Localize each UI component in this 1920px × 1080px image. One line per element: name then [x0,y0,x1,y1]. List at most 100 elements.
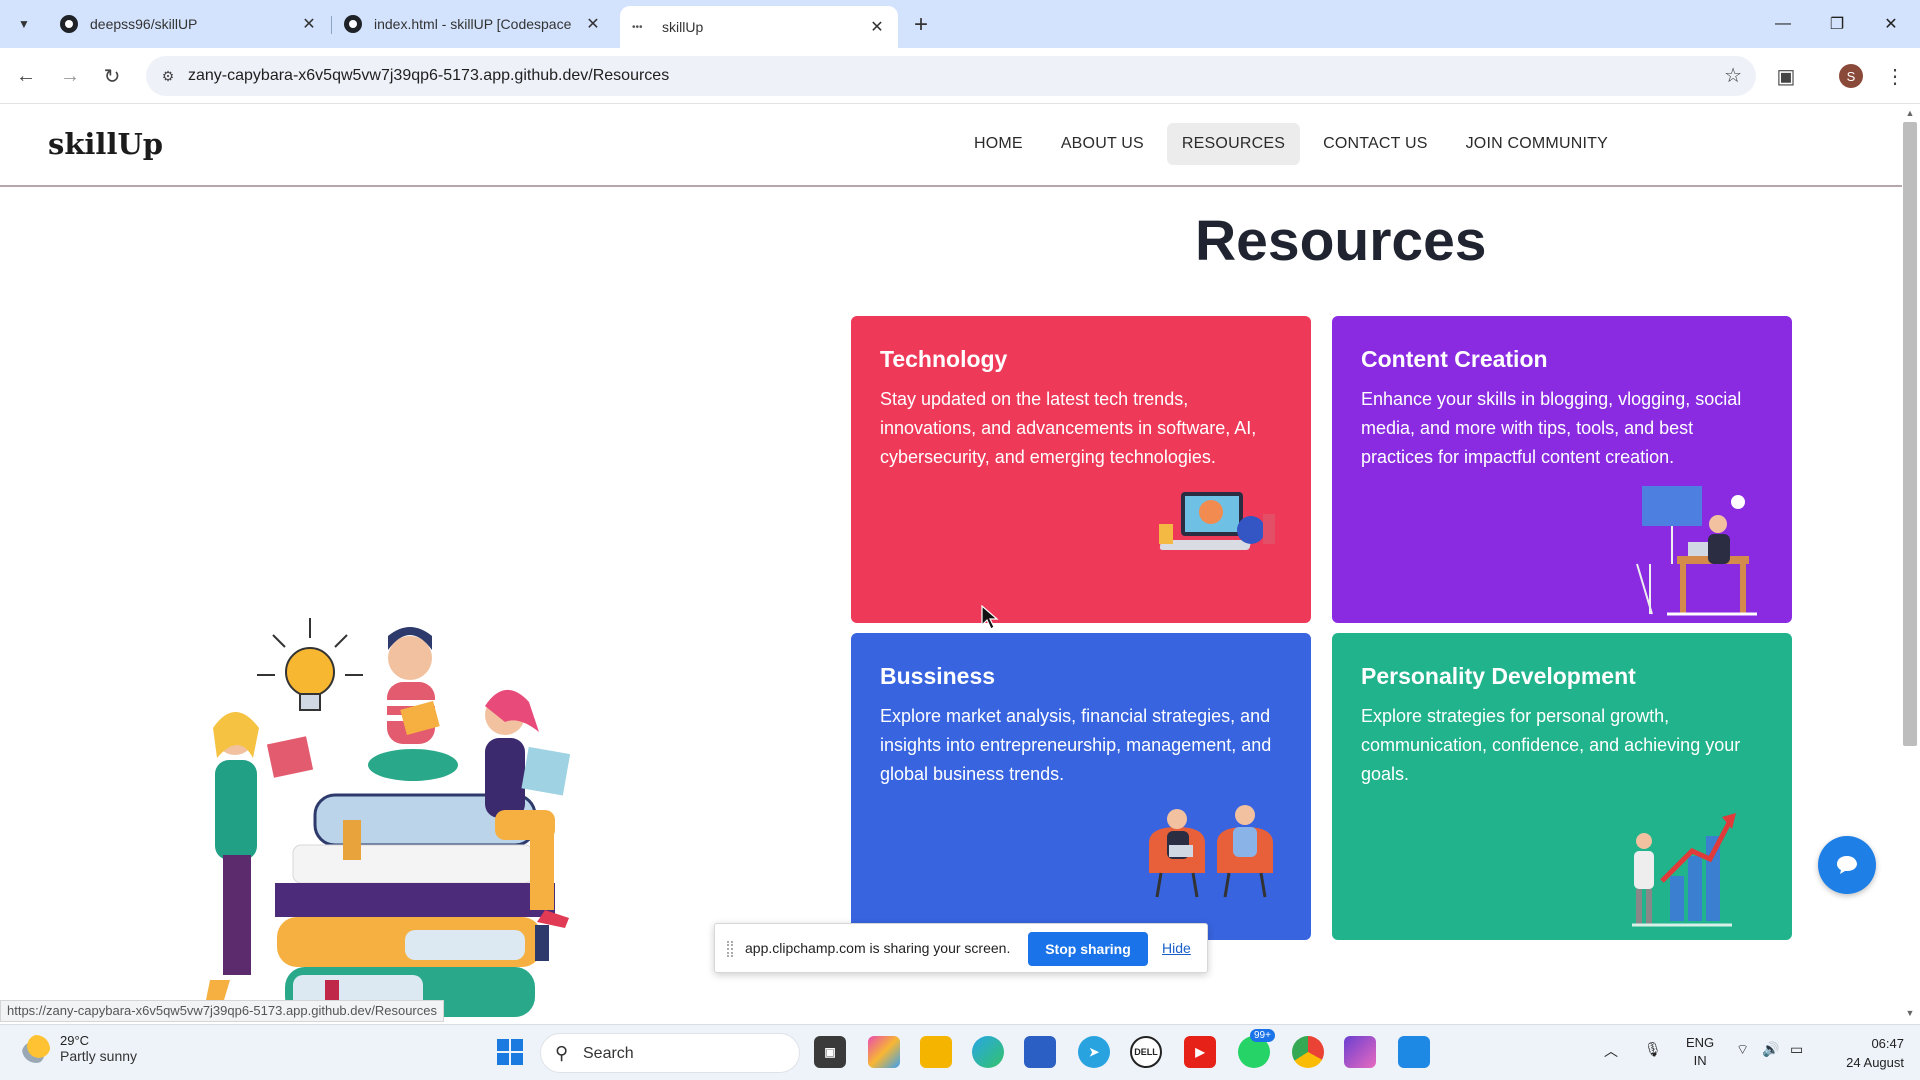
weather-temperature: 29°C [60,1033,90,1048]
vscode-icon[interactable] [1398,1036,1430,1068]
language-code: ENG [1686,1035,1715,1050]
menu-icon[interactable]: ⋮ [1880,61,1910,91]
weather-widget[interactable]: 29°C Partly sunny [22,1033,137,1064]
drag-handle-icon[interactable] [727,941,733,957]
windows-taskbar: 29°C Partly sunny ⚲ Search ▣ ➤ DELL ▶ 99… [0,1024,1920,1080]
volume-icon[interactable]: 🔊 [1762,1041,1779,1058]
resource-card-technology[interactable]: Technology Stay updated on the latest te… [851,316,1311,623]
card-title: Bussiness [880,663,996,689]
card-title: Personality Development [1361,663,1636,689]
computer-illustration [1159,492,1275,550]
wifi-icon[interactable]: ⌔ [1736,1041,1749,1059]
card-description: Enhance your skills in blogging, vloggin… [1361,389,1742,467]
mouse-cursor-icon [981,605,999,630]
resource-card-content-creation[interactable]: Content Creation Enhance your skills in … [1332,316,1792,623]
resource-card-personality-development[interactable]: Personality Development Explore strategi… [1332,633,1792,940]
resource-card-business[interactable]: Bussiness Explore market analysis, finan… [851,633,1311,940]
edge-icon[interactable] [972,1036,1004,1068]
forward-button[interactable]: → [54,60,86,92]
close-icon[interactable]: ✕ [300,15,318,33]
task-view-icon[interactable]: ▣ [814,1036,846,1068]
microsoft-store-icon[interactable] [1024,1036,1056,1068]
hide-link[interactable]: Hide [1162,940,1191,956]
notification-badge: 99+ [1250,1029,1275,1042]
url-text: zany-capybara-x6v5qw5vw7j39qp6-5173.app.… [188,67,670,84]
clock-date: 24 August [1846,1055,1904,1070]
webpage: skillUp HOME ABOUT US RESOURCES CONTACT … [0,105,1902,1024]
growth-chart-illustration [1632,813,1736,927]
search-label: Search [583,1045,634,1062]
tab-title: deepss96/skillUP [90,16,198,32]
screen-share-bar: app.clipchamp.com is sharing your screen… [714,923,1208,973]
taskbar-search[interactable]: ⚲ Search [540,1033,800,1073]
partly-sunny-icon [22,1034,50,1063]
status-bar-url: https://zany-capybara-x6v5qw5vw7j39qp6-5… [0,1000,444,1022]
close-icon[interactable]: ✕ [868,18,886,36]
back-button[interactable]: ← [10,60,42,92]
show-hidden-icons-chevron-icon[interactable]: ︿ [1604,1041,1618,1061]
card-description: Explore strategies for personal growth, … [1361,706,1741,784]
reload-button[interactable]: ↻ [96,60,128,92]
stop-sharing-button[interactable]: Stop sharing [1028,932,1148,966]
browser-tabstrip: ▼ deepss96/skillUP ✕ index.html - skillU… [0,0,1920,48]
restore-button[interactable]: ❐ [1814,8,1860,40]
tab-github-repo[interactable]: deepss96/skillUP ✕ [48,6,330,42]
students-books-illustration [206,618,571,1017]
site-logo[interactable]: skillUp [48,127,163,161]
chat-button[interactable] [1818,836,1876,894]
content-creator-illustration [1636,486,1757,616]
new-tab-button[interactable]: + [906,10,936,40]
minimize-button[interactable]: — [1760,8,1806,40]
card-title: Technology [880,346,1008,372]
tab-title: index.html - skillUP [Codespace [374,16,572,32]
business-people-illustration [1149,805,1273,898]
clock-time: 06:47 [1871,1036,1904,1051]
start-button[interactable] [494,1036,526,1068]
telegram-icon[interactable]: ➤ [1078,1036,1110,1068]
chrome-icon[interactable] [1292,1036,1324,1068]
scroll-down-arrow-icon[interactable]: ▼ [1904,1008,1916,1020]
windows-logo-icon [497,1039,523,1065]
system-clock[interactable]: 06:47 24 August [1832,1034,1904,1072]
tab-search-button[interactable]: ▼ [8,8,40,40]
browser-toolbar: ← → ↻ ⚙ zany-capybara-x6v5qw5vw7j39qp6-5… [0,48,1920,104]
card-description: Explore market analysis, financial strat… [880,706,1272,784]
tab-skillup[interactable]: ••• skillUp ✕ [620,6,898,48]
tab-codespace[interactable]: index.html - skillUP [Codespace ✕ [332,6,614,42]
nav-contact-us[interactable]: CONTACT US [1308,123,1443,165]
profile-avatar[interactable]: S [1839,64,1863,88]
tab-title: skillUp [662,19,704,35]
extensions-icon[interactable]: ▣ [1771,61,1801,91]
nav-about-us[interactable]: ABOUT US [1046,123,1159,165]
chat-bubble-icon [1837,856,1857,874]
nav-resources[interactable]: RESOURCES [1166,123,1301,165]
language-indicator[interactable]: ENG IN [1686,1034,1714,1070]
page-icon: ••• [632,21,643,33]
github-icon [60,15,78,33]
microphone-icon[interactable]: 🎙 [1644,1041,1662,1058]
address-bar[interactable]: ⚙ zany-capybara-x6v5qw5vw7j39qp6-5173.ap… [146,56,1756,96]
card-title: Content Creation [1361,346,1548,372]
page-title: Resources [1195,209,1487,273]
scroll-up-arrow-icon[interactable]: ▲ [1904,108,1916,120]
window-close-button[interactable]: ✕ [1868,8,1914,40]
scrollbar-thumb[interactable] [1903,122,1917,746]
dell-icon[interactable]: DELL [1130,1036,1162,1068]
file-explorer-icon[interactable] [920,1036,952,1068]
site-info-icon[interactable]: ⚙ [156,64,180,88]
youtube-icon[interactable]: ▶ [1184,1036,1216,1068]
copilot-icon[interactable] [868,1036,900,1068]
bookmark-star-icon[interactable]: ☆ [1724,63,1742,88]
clipchamp-icon[interactable] [1344,1036,1376,1068]
site-header: skillUp HOME ABOUT US RESOURCES CONTACT … [0,105,1902,187]
region-code: IN [1693,1053,1707,1068]
nav-home[interactable]: HOME [959,123,1038,165]
main-nav: HOME ABOUT US RESOURCES CONTACT US JOIN … [959,123,1631,165]
close-icon[interactable]: ✕ [584,15,602,33]
github-icon [344,15,362,33]
share-message: app.clipchamp.com is sharing your screen… [745,940,1011,956]
weather-description: Partly sunny [60,1048,138,1064]
nav-join-community[interactable]: JOIN COMMUNITY [1451,123,1623,165]
card-description: Stay updated on the latest tech trends, … [880,389,1257,467]
battery-icon[interactable]: ▭ [1790,1041,1803,1058]
